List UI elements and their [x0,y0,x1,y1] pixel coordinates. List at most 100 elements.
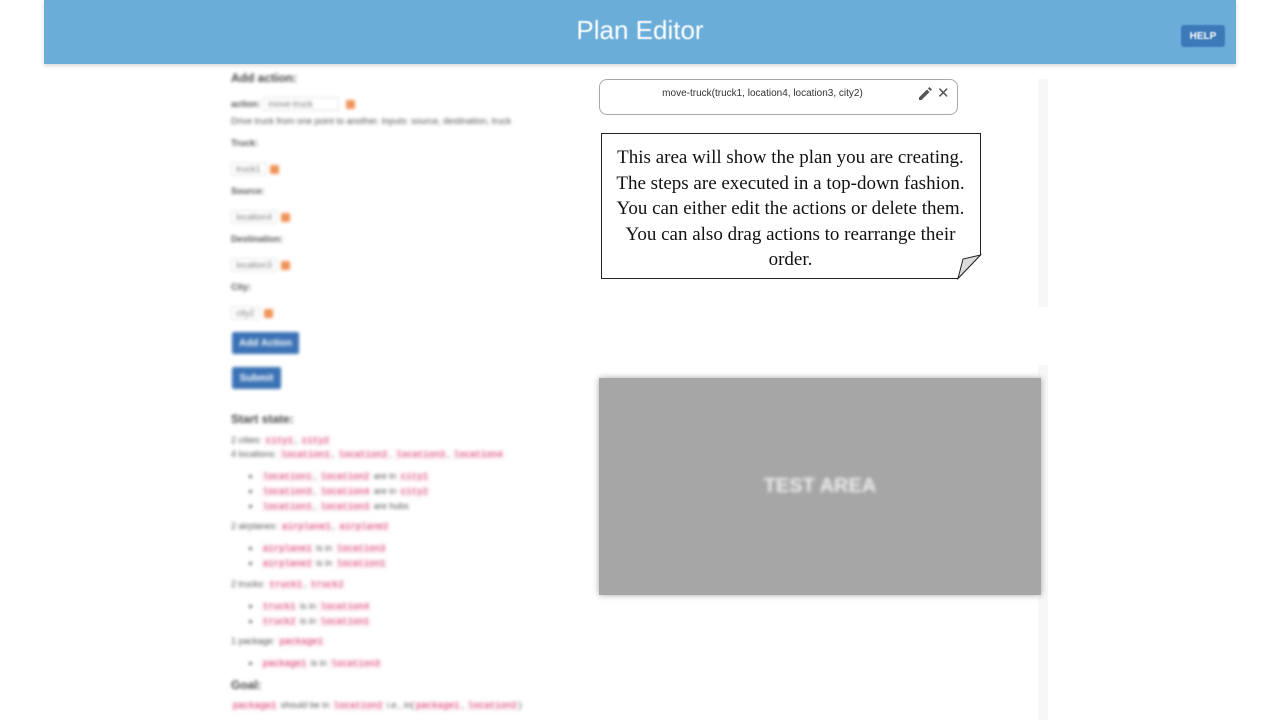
goal-arg: location2 [466,701,519,711]
fact-verb: is in [316,558,333,568]
fact-subject: truck2 [261,617,298,627]
fact-verb: is in [299,616,316,626]
fact-subject: location1 [261,502,314,512]
pencil-icon[interactable] [918,87,932,101]
airplane-tag: airplane2 [337,522,391,532]
submit-button[interactable]: Submit [232,367,281,389]
destination-dropdown-icon[interactable] [281,260,291,270]
city-label: City: [231,282,251,292]
action-row: action: move-truck [231,97,356,111]
source-label: Source: [231,186,265,196]
fact-verb: is in [310,658,327,668]
action-dropdown-icon[interactable] [346,99,356,109]
add-action-button[interactable]: Add Action [232,332,299,354]
destination-label: Destination: [231,234,284,244]
app-header: Plan Editor HELP [44,0,1236,64]
fact-object: location4 [318,602,372,612]
list-item: airplane2 is in location1 [261,556,388,571]
goal-ie: i.e., in( [386,700,414,710]
location-tag: location1 [279,450,332,460]
goal-line: package1 should be in location2 i.e., in… [231,700,522,711]
list-item: location3, location4 are in city2 [261,484,430,499]
fact-object: city1 [398,472,430,482]
fact-subject: location2 [318,472,372,482]
add-action-heading: Add action: [231,71,297,85]
airplane-facts: airplane1 is in location3 airplane2 is i… [231,541,388,571]
app-title: Plan Editor [576,15,704,45]
locations-prefix: 4 locations: [231,449,277,459]
help-button[interactable]: HELP [1181,25,1225,47]
fact-verb: are in [373,471,397,481]
packages-prefix: 1 package: [231,636,276,646]
action-label: action: [231,99,261,109]
fact-object: location1 [318,617,372,627]
action-description: Drive truck from one point to another. I… [231,116,512,126]
city-tag: city1 [264,436,296,446]
locations-line: 4 locations: location1, location2, locat… [231,449,505,460]
list-item: truck2 is in location1 [261,614,372,629]
trucks-prefix: 2 trucks: [231,579,266,589]
cities-prefix: 2 cities: [231,435,262,445]
destination-row: location3 [231,258,291,272]
close-icon[interactable]: ✕ [937,86,950,101]
goal-arg: package1 [413,701,462,711]
location-facts: location1, location2 are in city1 locati… [231,469,430,514]
city-row: city2 [231,306,273,320]
trucks-line: 2 trucks: truck1, truck2 [231,579,346,590]
list-item: package1 is in location3 [261,656,382,671]
truck-label: Truck: [231,138,259,148]
truck-tag: truck1 [267,580,304,590]
fact-object: location1 [334,559,388,569]
goal-verb: should be in [280,700,330,710]
source-row: location4 [231,210,291,224]
package-tag: package1 [277,637,325,647]
list-item: location1, location3 are hubs [261,499,430,514]
fact-verb: are hubs [373,501,409,511]
city-select[interactable]: city2 [231,306,260,320]
cities-line: 2 cities: city1, city2 [231,435,332,446]
plan-step-text: move-truck(truck1, location4, location3,… [662,88,863,99]
fact-subject: package1 [261,659,309,669]
start-state-heading: Start state: [231,412,294,426]
packages-line: 1 package: package1 [231,636,325,647]
city-tag: city2 [300,436,332,446]
source-dropdown-icon[interactable] [281,212,291,222]
test-area[interactable]: TEST AREA [599,378,1041,595]
add-action-panel: Add action: action: move-truck Drive tru… [231,66,571,720]
source-select[interactable]: location4 [231,210,278,224]
fact-subject: location3 [318,502,372,512]
airplanes-prefix: 2 airplanes: [231,521,278,531]
truck-facts: truck1 is in location4 truck2 is in loca… [231,599,372,629]
fact-subject: truck1 [261,602,298,612]
fact-verb: are in [373,486,397,496]
airplanes-line: 2 airplanes: airplane1, airplane2 [231,521,391,532]
fact-subject: airplane2 [261,559,314,569]
fact-verb: is in [316,543,333,553]
fact-subject: airplane1 [261,544,314,554]
fact-verb: is in [299,601,316,611]
goal-target: location2 [331,701,385,711]
truck-tag: truck2 [308,580,346,590]
package-facts: package1 is in location3 [231,656,382,671]
test-area-label: TEST AREA [763,475,877,497]
truck-dropdown-icon[interactable] [269,164,279,174]
fact-object: location3 [329,659,382,669]
location-tag: location2 [336,450,390,460]
city-dropdown-icon[interactable] [263,308,273,318]
goal-heading: Goal: [231,678,262,692]
truck-select[interactable]: truck1 [231,162,266,176]
airplane-tag: airplane1 [280,522,333,532]
fact-subject: location1 [261,472,314,482]
list-item: truck1 is in location4 [261,599,372,614]
plan-help-callout: This area will show the plan you are cre… [601,133,982,280]
goal-close: ) [518,700,522,710]
goal-object: package1 [231,701,279,711]
action-select[interactable]: move-truck [263,97,340,111]
callout-text: This area will show the plan you are cre… [616,147,965,270]
destination-select[interactable]: location3 [231,258,278,272]
fact-object: city2 [398,487,430,497]
list-item: airplane1 is in location3 [261,541,388,556]
plan-step[interactable]: move-truck(truck1, location4, location3,… [599,79,958,115]
fact-object: location3 [334,544,388,554]
fact-subject: location4 [318,487,372,497]
